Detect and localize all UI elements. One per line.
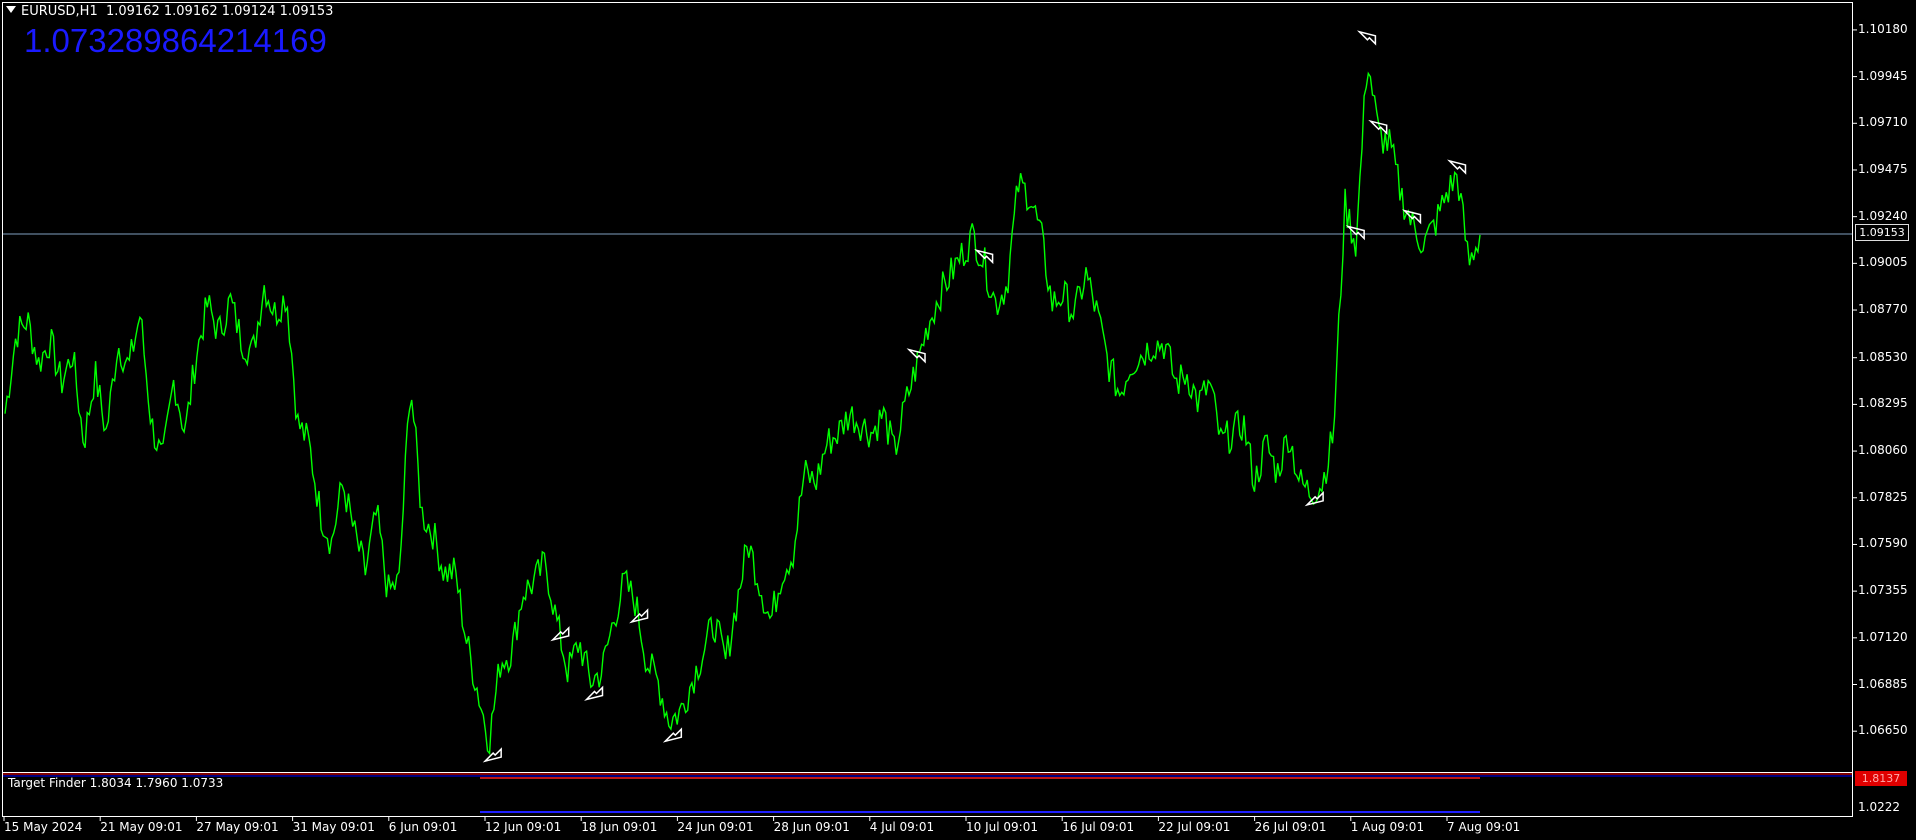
- price-tick-label: 1.09475: [1858, 161, 1908, 176]
- sell-arrow-icon: [1356, 30, 1377, 46]
- time-tick-label: 1 Aug 09:01: [1350, 820, 1425, 834]
- price-tick-label: 1.07825: [1858, 489, 1908, 504]
- price-tick-label: 1.09240: [1858, 208, 1908, 223]
- time-tick-label: 15 May 2024: [4, 820, 83, 834]
- time-tick-label: 12 Jun 09:01: [485, 820, 562, 834]
- time-tick-label: 27 May 09:01: [196, 820, 279, 834]
- time-tick-label: 28 Jun 09:01: [773, 820, 850, 834]
- time-tick-label: 26 Jul 09:01: [1254, 820, 1327, 834]
- price-tick-label: 1.08060: [1858, 443, 1908, 458]
- price-tick-label: 1.08530: [1858, 349, 1908, 364]
- price-tick-label: 1.08770: [1858, 302, 1908, 317]
- overlay-value: 1.073289864214169: [24, 22, 327, 59]
- buy-arrow-icon: [584, 685, 604, 701]
- price-line: [4, 71, 1481, 756]
- time-tick-label: 21 May 09:01: [100, 820, 183, 834]
- price-tick-label: 1.09945: [1858, 68, 1908, 83]
- price-tick-label: 1.07355: [1858, 583, 1908, 598]
- indicator-price-tag: 1.8137: [1855, 771, 1907, 786]
- time-tick-label: 4 Jul 09:01: [869, 820, 935, 834]
- price-tick-label: 1.06650: [1858, 723, 1908, 738]
- price-series: [4, 71, 1481, 756]
- time-tick-label: 10 Jul 09:01: [966, 820, 1038, 834]
- symbol-label: EURUSD,H1: [21, 4, 98, 19]
- time-tick-label: 7 Aug 09:01: [1447, 820, 1521, 834]
- price-chart[interactable]: [0, 0, 1916, 840]
- price-tick-label: 1.09710: [1858, 115, 1908, 130]
- time-tick-label: 31 May 09:01: [292, 820, 375, 834]
- time-tick-label: 24 Jun 09:01: [677, 820, 754, 834]
- time-tick-label: 6 Jun 09:01: [388, 820, 458, 834]
- indicator-label: Target Finder 1.8034 1.7960 1.0733: [8, 776, 224, 790]
- main-panel-frame: [2, 2, 1853, 773]
- sell-arrow-icon: [1368, 119, 1388, 136]
- time-tick-label: 16 Jul 09:01: [1062, 820, 1135, 834]
- current-price-tag: 1.09153: [1855, 224, 1909, 241]
- chevron-down-icon[interactable]: [6, 6, 16, 13]
- price-tick-label: 1.07120: [1858, 629, 1908, 644]
- indicator-panel-frame: [2, 772, 1853, 817]
- time-tick-label: 18 Jun 09:01: [581, 820, 658, 834]
- price-tick-label: 1.07590: [1858, 536, 1908, 551]
- chart-header[interactable]: EURUSD,H1 1.09162 1.09162 1.09124 1.0915…: [6, 4, 333, 19]
- indicator-axis-value: 1.0222: [1858, 800, 1900, 814]
- price-tick-label: 1.08295: [1858, 396, 1908, 411]
- buy-arrow-icon: [662, 727, 683, 743]
- signal-markers: [482, 30, 1467, 763]
- sell-arrow-icon: [1447, 159, 1467, 175]
- price-tick-label: 1.06885: [1858, 676, 1908, 691]
- price-tick-label: 1.09005: [1858, 255, 1908, 270]
- time-tick-label: 22 Jul 09:01: [1158, 820, 1231, 834]
- price-tick-label: 1.10180: [1858, 21, 1908, 36]
- ohlc-values: 1.09162 1.09162 1.09124 1.09153: [105, 4, 334, 19]
